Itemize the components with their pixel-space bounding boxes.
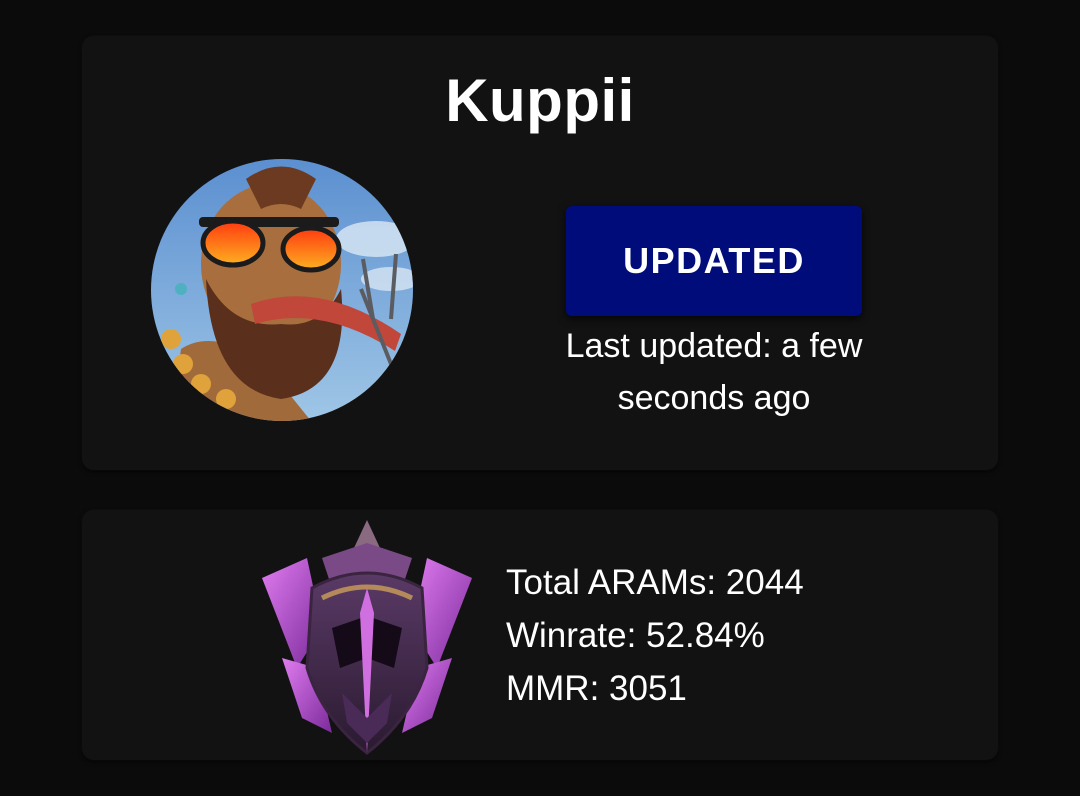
stats-list: Total ARAMs: 2044 Winrate: 52.84% MMR: 3… [506, 556, 804, 715]
winrate-stat: Winrate: 52.84% [506, 616, 765, 655]
player-name: Kuppii [445, 67, 635, 134]
mmr-stat: MMR: 3051 [506, 669, 687, 708]
master-rank-emblem-icon [262, 518, 472, 758]
update-button[interactable]: UPDATED [566, 206, 862, 316]
total-arams-stat: Total ARAMs: 2044 [506, 563, 804, 602]
last-updated-text: Last updated: a few seconds ago [565, 327, 863, 417]
champion-avatar-icon [151, 159, 413, 421]
profile-card: Kuppii UPDATED Last updated: a few secon… [82, 36, 998, 470]
stats-card: Total ARAMs: 2044 Winrate: 52.84% MMR: 3… [82, 510, 998, 760]
